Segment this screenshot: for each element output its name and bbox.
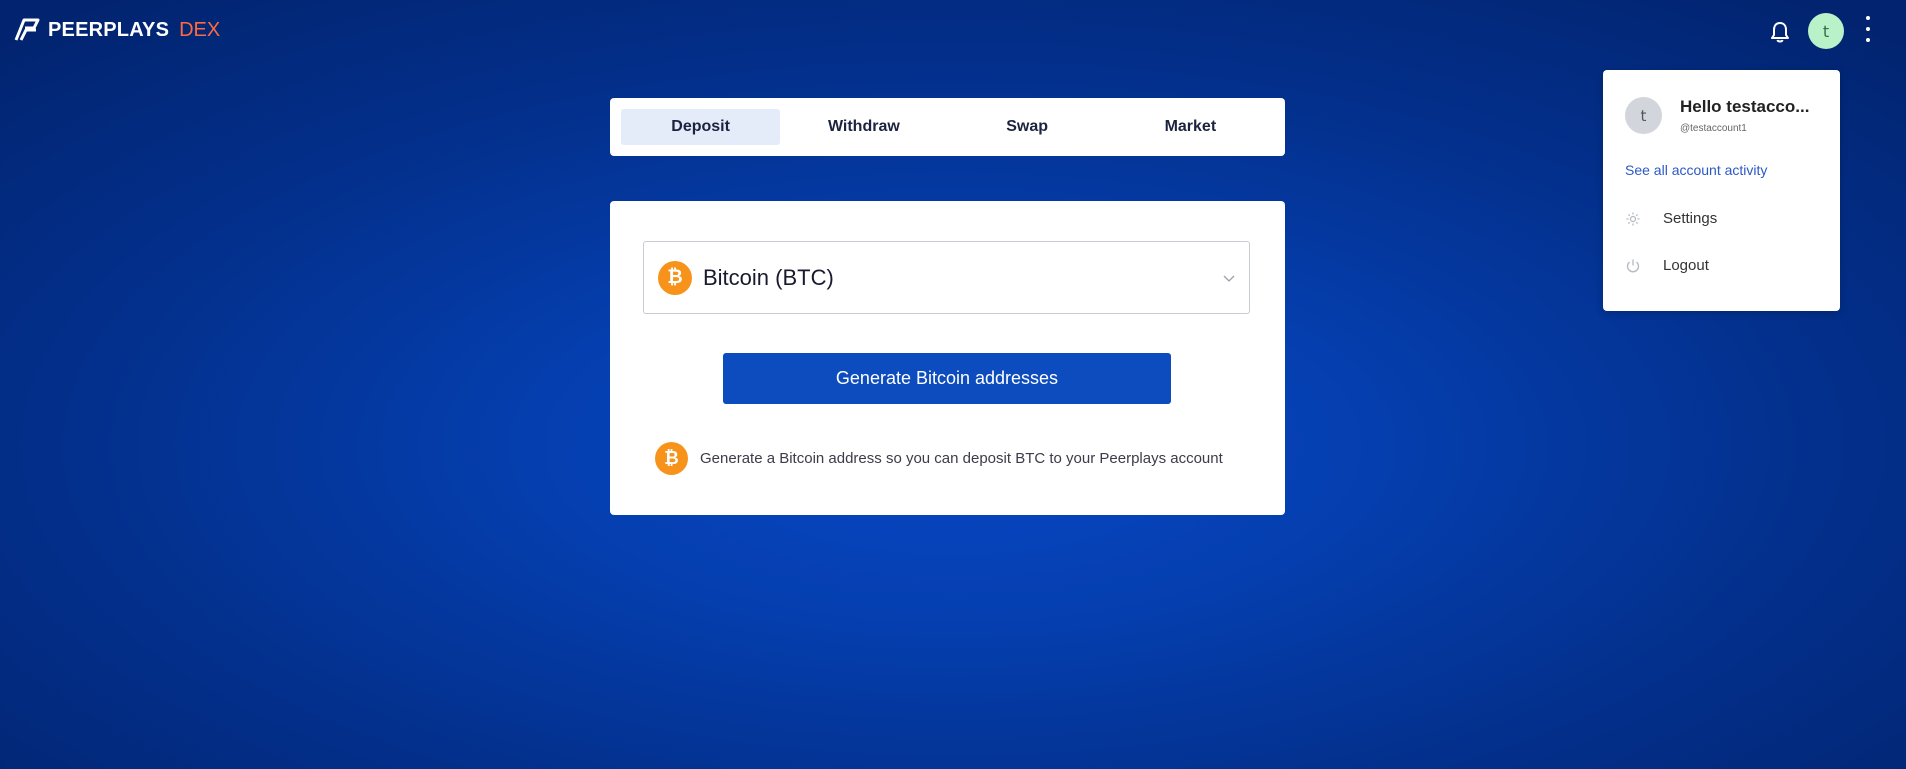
- info-row: ₿ Generate a Bitcoin address so you can …: [655, 442, 1223, 475]
- bitcoin-icon: ₿: [655, 442, 688, 475]
- deposit-card: ₿ Bitcoin (BTC) Generate Bitcoin address…: [610, 201, 1285, 515]
- tab-bar: Deposit Withdraw Swap Market: [610, 98, 1285, 156]
- power-icon: [1626, 259, 1640, 272]
- user-avatar[interactable]: t: [1808, 13, 1844, 49]
- account-activity-link[interactable]: See all account activity: [1625, 162, 1767, 178]
- account-menu: t Hello testacco... @testaccount1 See al…: [1603, 70, 1840, 311]
- kebab-menu-icon[interactable]: [1860, 14, 1876, 44]
- tab-withdraw[interactable]: Withdraw: [784, 109, 943, 145]
- asset-select-value: Bitcoin (BTC): [703, 264, 834, 290]
- generate-addresses-button[interactable]: Generate Bitcoin addresses: [723, 353, 1171, 404]
- gear-icon: [1626, 212, 1640, 225]
- settings-menu-item[interactable]: Settings: [1625, 210, 1717, 227]
- tab-swap[interactable]: Swap: [948, 109, 1107, 145]
- greeting: Hello testacco...: [1680, 97, 1810, 116]
- tab-market[interactable]: Market: [1111, 109, 1270, 145]
- bitcoin-icon: ₿: [658, 260, 692, 295]
- logout-menu-item[interactable]: Logout: [1625, 257, 1709, 274]
- peerplays-logo-icon: [14, 18, 40, 41]
- avatar: t: [1625, 97, 1662, 134]
- chevron-down-icon: [1223, 275, 1235, 282]
- logout-label: Logout: [1663, 257, 1709, 274]
- asset-select[interactable]: ₿ Bitcoin (BTC): [643, 241, 1250, 314]
- peerplays-logo[interactable]: PEERPLAYS DEX: [12, 16, 220, 44]
- brand-name: PEERPLAYS: [48, 18, 170, 41]
- bell-icon[interactable]: [1769, 20, 1791, 44]
- brand-suffix: DEX: [179, 18, 221, 41]
- settings-label: Settings: [1663, 210, 1718, 227]
- info-text: Generate a Bitcoin address so you can de…: [700, 450, 1223, 467]
- account-handle: @testaccount1: [1680, 123, 1747, 134]
- tab-deposit[interactable]: Deposit: [621, 109, 781, 145]
